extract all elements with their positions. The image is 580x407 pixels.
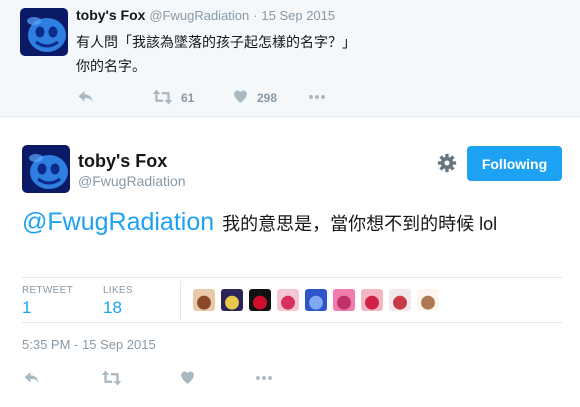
like-count[interactable]: 298 [257,91,277,105]
retweet-count[interactable]: 61 [181,91,194,105]
parent-display-name[interactable]: toby's Fox [76,7,145,23]
parent-tweet-header: toby's Fox @FwugRadiation · 15 Sep 2015 [76,6,335,25]
parent-tweet: toby's Fox @FwugRadiation · 15 Sep 2015 … [0,0,580,117]
parent-handle[interactable]: @FwugRadiation [149,8,249,23]
retweets-label[interactable]: RETWEET [22,285,73,297]
reply-icon[interactable] [23,369,41,387]
liker-avatar[interactable] [249,289,271,311]
liker-avatar[interactable] [193,289,215,311]
reply-icon[interactable] [77,88,95,106]
stats-divider [180,281,181,321]
liker-avatar[interactable] [417,289,439,311]
heart-icon[interactable] [179,369,196,386]
retweets-count[interactable]: 1 [22,298,31,318]
liker-avatars [193,289,439,311]
main-avatar[interactable] [22,145,70,193]
more-icon[interactable] [307,88,327,106]
parent-tweet-text-line: 你的名字。 [76,58,146,74]
divider [22,277,562,278]
mention-link[interactable]: @FwugRadiation [22,208,214,236]
liker-avatar[interactable] [277,289,299,311]
retweet-icon[interactable] [152,88,173,106]
header-separator: · [253,8,258,23]
tweet-body-text: 我的意思是，當你想不到的時候 lol [222,214,498,234]
likes-label[interactable]: LIKES [103,285,133,297]
parent-date[interactable]: 15 Sep 2015 [261,8,335,23]
liker-avatar[interactable] [221,289,243,311]
main-display-name[interactable]: toby's Fox [78,150,167,172]
liker-avatar[interactable] [333,289,355,311]
heart-icon[interactable] [232,88,249,105]
gear-icon[interactable] [437,153,457,173]
main-handle[interactable]: @FwugRadiation [78,172,186,190]
tweet-timestamp: 5:35 PM - 15 Sep 2015 [22,337,156,352]
following-button[interactable]: Following [467,146,562,181]
liker-avatar[interactable] [305,289,327,311]
parent-avatar[interactable] [20,8,68,56]
liker-avatar[interactable] [361,289,383,311]
liker-avatar[interactable] [389,289,411,311]
parent-tweet-text-line: 有人問「我該為墜落的孩子起怎樣的名字？」 [76,34,356,50]
more-icon[interactable] [254,369,274,387]
divider [22,322,562,323]
likes-count[interactable]: 18 [103,298,122,318]
retweet-icon[interactable] [101,369,122,387]
tweet-text: @FwugRadiation 我的意思是，當你想不到的時候 lol [22,204,497,244]
